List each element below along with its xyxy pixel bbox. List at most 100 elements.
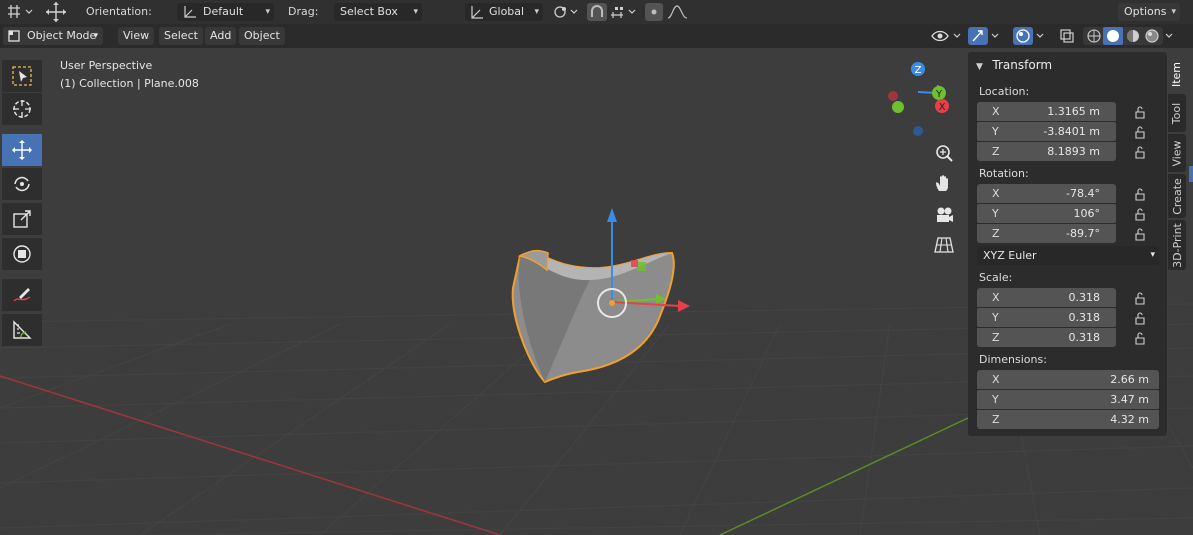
- menu-object[interactable]: Object: [239, 27, 285, 45]
- lock-icon[interactable]: [1133, 331, 1147, 345]
- snap-increment-icon[interactable]: [609, 3, 639, 21]
- axis-label: Y: [992, 207, 999, 220]
- menu-view[interactable]: View: [118, 27, 155, 45]
- snap-magnet-icon[interactable]: [587, 3, 607, 21]
- sidebar-tabs: Item Tool View Create 3D-Print: [1168, 52, 1188, 272]
- tab-3d-print[interactable]: 3D-Print: [1168, 220, 1186, 270]
- rotation-mode-value: XYZ Euler: [983, 249, 1037, 262]
- overlays-toggle-icon[interactable]: [1013, 27, 1033, 45]
- tab-create-label: Create: [1170, 177, 1184, 215]
- lock-icon[interactable]: [1133, 291, 1147, 305]
- transform-gizmo[interactable]: [597, 208, 690, 318]
- xray-toggle-icon[interactable]: [1057, 27, 1077, 45]
- measure-tool-icon[interactable]: [2, 314, 42, 346]
- axis-label: Z: [992, 145, 1000, 158]
- global-axes-icon: [471, 6, 483, 19]
- menu-add[interactable]: Add: [205, 27, 237, 45]
- transform-orientation-dropdown[interactable]: Global ▾: [465, 3, 543, 21]
- material-shading-icon[interactable]: [1125, 28, 1141, 44]
- lock-icon[interactable]: [1133, 125, 1147, 139]
- drag-dropdown[interactable]: Select Box ▾: [334, 3, 422, 21]
- lock-icon[interactable]: [1133, 227, 1147, 241]
- move-tool-icon[interactable]: [44, 0, 68, 27]
- drag-label: Drag:: [288, 5, 319, 18]
- lock-icon[interactable]: [1133, 105, 1147, 119]
- lock-icon[interactable]: [1133, 145, 1147, 159]
- tab-item[interactable]: Item: [1168, 56, 1186, 92]
- falloff-curve-icon[interactable]: [665, 3, 693, 21]
- annotate-tool-icon[interactable]: [2, 279, 42, 311]
- move-tool-button[interactable]: [2, 134, 42, 166]
- gizmo-neg-z-axis[interactable]: [913, 126, 923, 136]
- orientation-dropdown[interactable]: Default ▾: [177, 3, 274, 21]
- axis-label: X: [992, 187, 1000, 200]
- orientation-icon: [184, 6, 196, 18]
- pivot-point-icon[interactable]: [551, 3, 581, 21]
- menu-select[interactable]: Select: [159, 27, 203, 45]
- chevron-down-icon[interactable]: [1163, 27, 1177, 45]
- location-y-field[interactable]: Y -3.8401 m: [977, 122, 1116, 141]
- tab-create[interactable]: Create: [1168, 174, 1186, 218]
- proportional-editing-icon[interactable]: [645, 3, 663, 21]
- wireframe-shading-icon[interactable]: [1086, 28, 1102, 44]
- tab-item-label: Item: [1170, 61, 1184, 87]
- lock-icon[interactable]: [1133, 207, 1147, 221]
- rotation-y-field[interactable]: Y 106°: [977, 204, 1116, 223]
- region-toggle-handle[interactable]: [1189, 166, 1193, 182]
- location-label: Location:: [979, 85, 1030, 98]
- gizmo-y-label: Y: [935, 89, 943, 100]
- lock-icon[interactable]: [1133, 187, 1147, 201]
- transform-tool-icon[interactable]: [2, 238, 42, 270]
- options-dropdown[interactable]: Options ▾: [1118, 3, 1180, 21]
- location-z-field[interactable]: Z 8.1893 m: [977, 142, 1116, 161]
- viewport-perspective-text: User Perspective: [60, 59, 153, 72]
- solid-shading-icon[interactable]: [1103, 27, 1123, 45]
- rendered-shading-icon[interactable]: [1144, 28, 1160, 44]
- chevron-down-icon[interactable]: [989, 27, 1003, 45]
- camera-view-icon[interactable]: [931, 202, 957, 228]
- rotate-tool-icon[interactable]: [2, 168, 42, 200]
- transform-panel-header[interactable]: ▼ Transform: [976, 55, 1052, 75]
- axis-label: X: [992, 291, 1000, 304]
- dimensions-x-value: 2.66 m: [1110, 373, 1149, 386]
- location-x-field[interactable]: X 1.3165 m: [977, 102, 1116, 121]
- transform-panel-title: Transform: [992, 58, 1053, 72]
- snap-grid-icon[interactable]: [4, 3, 34, 24]
- chevron-down-icon: ▾: [265, 7, 270, 17]
- navigation-gizmo[interactable]: Z Y X: [880, 56, 950, 146]
- chevron-down-icon: ▾: [1150, 250, 1155, 260]
- lock-icon[interactable]: [1133, 311, 1147, 325]
- orthographic-grid-icon[interactable]: [931, 232, 957, 258]
- select-box-tool[interactable]: [2, 60, 42, 92]
- axis-label: X: [992, 373, 1000, 386]
- dimensions-y-field[interactable]: Y 3.47 m: [977, 390, 1159, 409]
- gizmo-neg-x-axis[interactable]: [888, 91, 898, 101]
- cursor-tool-icon[interactable]: [2, 93, 42, 125]
- tab-tool[interactable]: Tool: [1168, 94, 1186, 132]
- rotation-z-field[interactable]: Z -89.7°: [977, 224, 1116, 243]
- scale-x-field[interactable]: X 0.318: [977, 288, 1116, 307]
- zoom-icon[interactable]: [931, 141, 957, 167]
- dimensions-x-field[interactable]: X 2.66 m: [977, 370, 1159, 389]
- visibility-eye-icon[interactable]: [930, 27, 964, 45]
- scale-tool-icon[interactable]: [2, 203, 42, 235]
- pan-hand-icon[interactable]: [931, 171, 957, 197]
- scale-y-field[interactable]: Y 0.318: [977, 308, 1116, 327]
- y-axis-line: [719, 417, 969, 535]
- tool-settings-header: Orientation: Default ▾ Drag: Select Box …: [0, 0, 1193, 24]
- gizmo-toggle-icon[interactable]: [968, 27, 988, 45]
- rotation-x-field[interactable]: X -78.4°: [977, 184, 1116, 203]
- viewport-collection-text: (1) Collection | Plane.008: [60, 77, 199, 90]
- rotation-mode-dropdown[interactable]: XYZ Euler ▾: [977, 246, 1159, 265]
- selected-mesh-object[interactable]: [511, 249, 675, 384]
- gizmo-neg-y-axis[interactable]: [892, 101, 904, 113]
- chevron-down-icon: ▾: [534, 7, 539, 17]
- location-x-value: 1.3165 m: [1047, 105, 1100, 118]
- chevron-down-icon: ▾: [413, 7, 418, 17]
- mode-dropdown[interactable]: Object Mode ▾: [3, 27, 103, 45]
- chevron-down-icon[interactable]: [1034, 27, 1048, 45]
- scale-z-field[interactable]: Z 0.318: [977, 328, 1116, 347]
- dimensions-z-field[interactable]: Z 4.32 m: [977, 410, 1159, 429]
- chevron-down-icon: ▾: [1171, 7, 1176, 17]
- tab-view[interactable]: View: [1168, 134, 1186, 172]
